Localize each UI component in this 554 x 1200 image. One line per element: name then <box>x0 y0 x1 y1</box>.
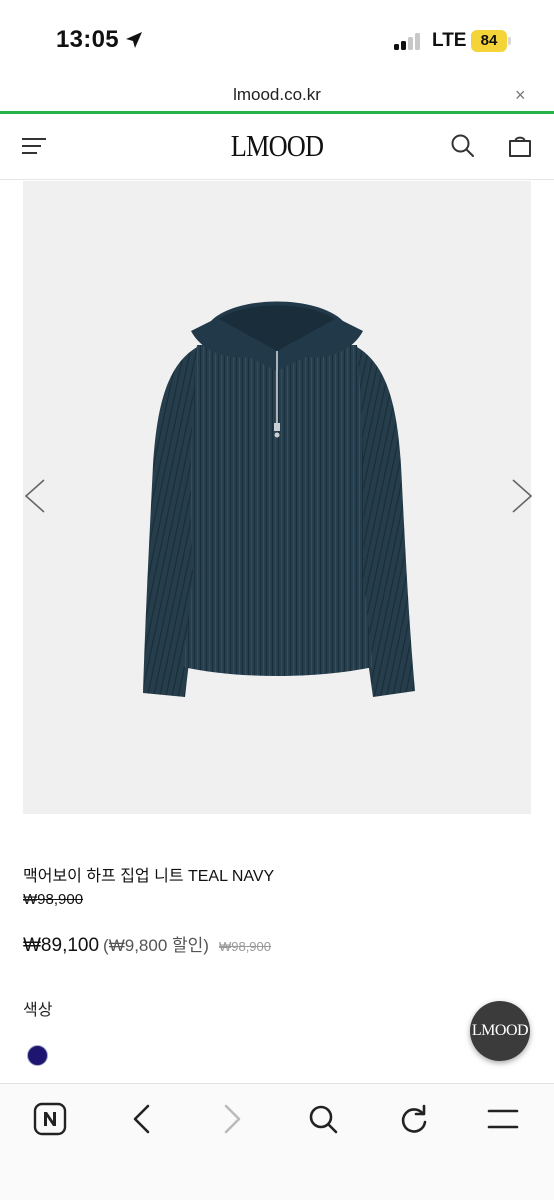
sale-price-row: ₩89,100 (₩9,800 할인) ₩98,900 <box>23 931 271 957</box>
status-bar: 13:05 LTE 84 <box>0 0 554 80</box>
discount-amount: (₩9,800 할인) <box>103 936 209 955</box>
site-header: LMOOD <box>0 114 554 180</box>
product-name: 맥어보이 하프 집업 니트 TEAL NAVY <box>23 868 275 885</box>
reload-icon[interactable] <box>398 1102 430 1136</box>
original-price: ₩98,900 <box>23 891 84 908</box>
battery-icon <box>508 37 511 45</box>
chevron-right-icon[interactable] <box>509 478 535 514</box>
product-image[interactable] <box>23 181 531 814</box>
search-icon[interactable] <box>307 1102 339 1136</box>
shopping-bag-icon[interactable] <box>507 133 533 159</box>
site-logo[interactable]: LMOOD <box>42 128 513 164</box>
battery-level: 84 <box>471 30 507 52</box>
color-label: 색상 <box>23 1002 53 1019</box>
bottom-toolbar <box>0 1083 554 1200</box>
floating-logo-button[interactable]: LMOOD <box>470 1001 530 1061</box>
forward-icon[interactable] <box>218 1102 246 1136</box>
naver-icon[interactable] <box>33 1102 67 1136</box>
location-arrow-icon <box>126 32 142 48</box>
url-text[interactable]: lmood.co.kr <box>0 85 554 105</box>
struck-price: ₩98,900 <box>218 939 272 954</box>
chevron-left-icon[interactable] <box>22 478 48 514</box>
sale-price: ₩89,100 <box>23 935 100 956</box>
menu-icon[interactable] <box>486 1102 520 1136</box>
signal-strength-icon <box>394 32 426 50</box>
url-bar[interactable]: lmood.co.kr × <box>0 80 554 112</box>
status-time: 13:05 <box>56 26 119 53</box>
back-icon[interactable] <box>128 1102 156 1136</box>
half-zip-sweater-image <box>143 301 415 697</box>
search-icon[interactable] <box>450 133 476 159</box>
color-swatch[interactable] <box>27 1045 48 1066</box>
close-icon[interactable]: × <box>515 85 526 106</box>
network-type: LTE <box>432 30 467 51</box>
